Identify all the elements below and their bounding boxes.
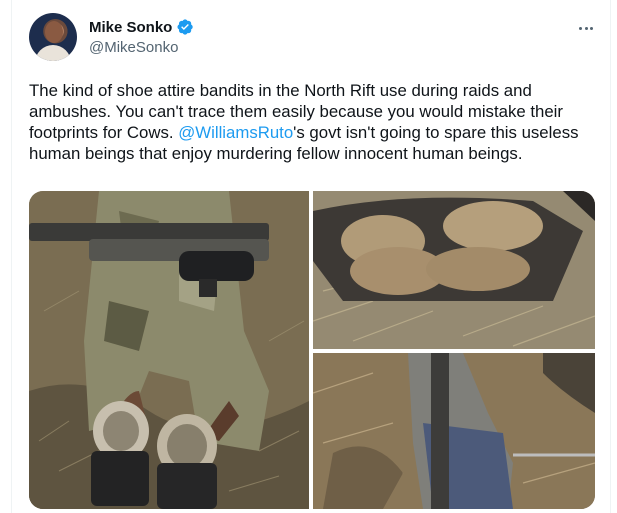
author-row: Mike Sonko bbox=[89, 18, 194, 36]
avatar-face bbox=[45, 21, 63, 43]
avatar-shirt bbox=[35, 45, 71, 61]
verified-badge-icon bbox=[177, 19, 194, 35]
author-handle[interactable]: @MikeSonko bbox=[89, 39, 178, 56]
author-name[interactable]: Mike Sonko bbox=[89, 19, 172, 36]
media-image-1[interactable] bbox=[29, 191, 309, 509]
media-image-3[interactable] bbox=[313, 353, 595, 509]
media-grid bbox=[29, 191, 595, 509]
media-image-2[interactable] bbox=[313, 191, 595, 349]
avatar[interactable] bbox=[29, 13, 77, 61]
photo-rifle-hoof-shoes bbox=[29, 191, 309, 509]
tweet-text: The kind of shoe attire bandits in the N… bbox=[29, 80, 597, 164]
more-options-icon[interactable] bbox=[574, 18, 598, 38]
photo-hoof-soles bbox=[313, 191, 595, 349]
mention-link[interactable]: @WilliamsRuto bbox=[178, 123, 293, 142]
photo-shoe-straps bbox=[313, 353, 595, 509]
